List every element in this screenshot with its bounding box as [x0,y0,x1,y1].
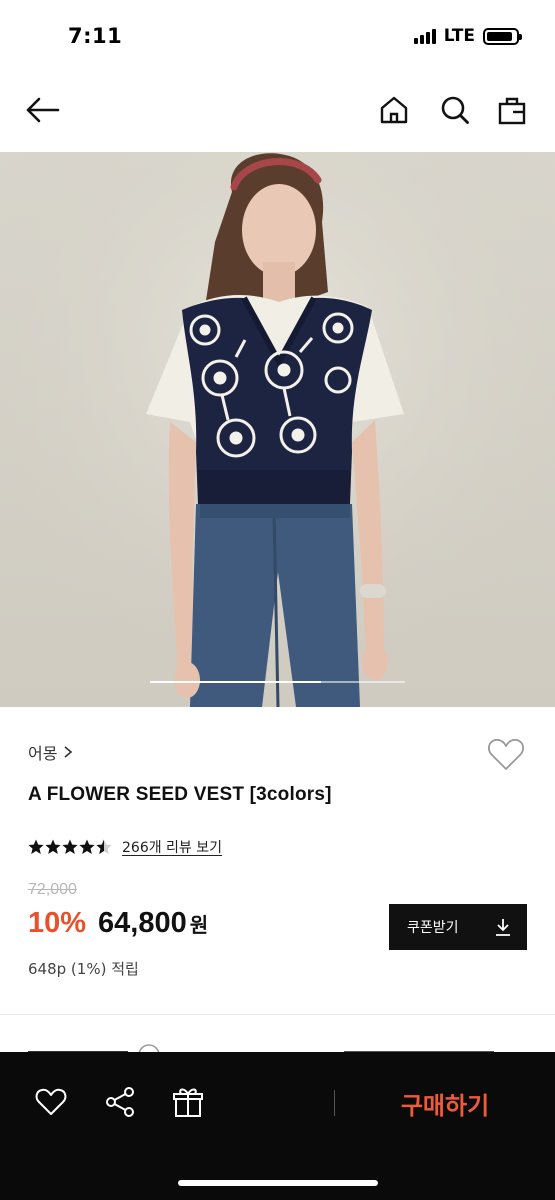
price-row: 10% 64,800 원 [28,907,208,940]
signal-icon [413,28,436,44]
bar-separator [334,1090,335,1116]
status-bar: 7:11 LTE [0,0,555,70]
brand-link[interactable]: 어몽 [28,740,73,764]
chevron-right-icon [64,746,73,758]
download-icon [496,919,510,936]
share-icon[interactable] [100,1082,140,1122]
heart-icon[interactable] [31,1082,71,1122]
status-time: 7:11 [68,24,123,48]
rating-row: 266개 리뷰 보기 [28,837,222,857]
discount-rate: 10% [28,907,87,939]
coupon-label: 쿠폰받기 [407,920,459,936]
carousel-position [150,681,321,683]
product-image[interactable] [0,152,555,707]
star-icons [28,839,112,854]
review-link[interactable]: 266개 리뷰 보기 [122,837,222,857]
section-divider [0,1014,555,1015]
product-title: A FLOWER SEED VEST [3colors] [28,784,332,805]
nav-bar [0,80,555,140]
wishlist-heart-button[interactable] [486,735,526,775]
heart-icon [488,738,524,770]
currency-unit: 원 [189,915,209,937]
battery-icon [483,27,522,45]
carousel-indicator [150,681,405,683]
star-rating [28,839,112,855]
search-icon[interactable] [435,90,475,130]
home-icon[interactable] [374,90,414,130]
sale-price: 64,800 [98,907,187,939]
back-arrow-icon[interactable] [22,90,62,130]
buy-now-button[interactable]: 구매하기 [350,1080,540,1126]
shopping-bag-icon[interactable] [492,90,532,130]
network-label: LTE [443,26,475,46]
gift-icon[interactable] [168,1082,208,1122]
model-photo [0,152,555,707]
home-indicator [178,1180,378,1186]
original-price: 72,000 [28,881,77,898]
reward-points: 648p (1%) 적립 [28,960,139,978]
status-indicators: LTE [413,26,522,46]
bottom-action-bar: 구매하기 [0,1052,555,1200]
brand-name: 어몽 [28,744,58,763]
coupon-download-button[interactable]: 쿠폰받기 [389,904,527,950]
